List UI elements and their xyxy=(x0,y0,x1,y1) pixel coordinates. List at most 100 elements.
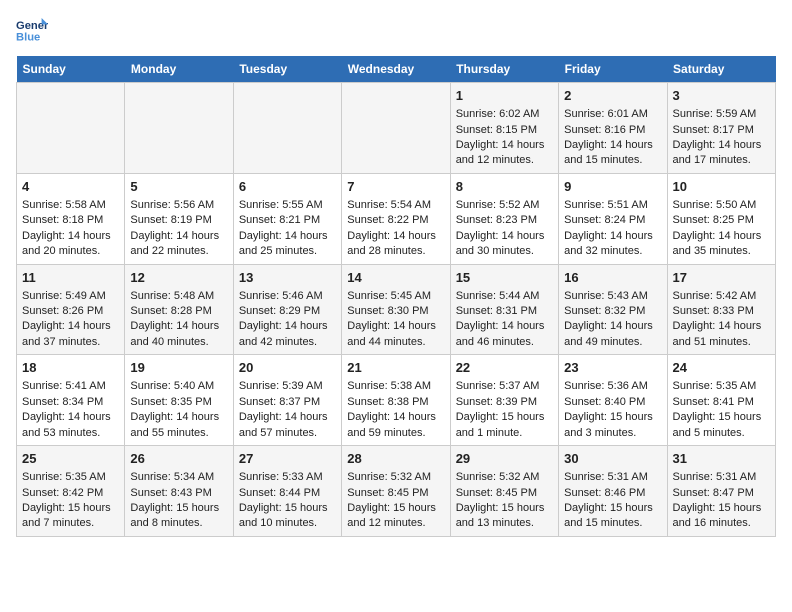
cell-content: Sunrise: 5:39 AM xyxy=(239,379,336,394)
cell-content: Daylight: 14 hours xyxy=(239,229,336,244)
day-number: 21 xyxy=(347,359,444,377)
calendar-cell: 13Sunrise: 5:46 AMSunset: 8:29 PMDayligh… xyxy=(233,264,341,355)
calendar-cell: 14Sunrise: 5:45 AMSunset: 8:30 PMDayligh… xyxy=(342,264,450,355)
cell-content: Daylight: 15 hours xyxy=(456,501,553,516)
cell-content: and 20 minutes. xyxy=(22,244,119,259)
cell-content: Sunset: 8:46 PM xyxy=(564,486,661,501)
header-saturday: Saturday xyxy=(667,56,775,83)
header-thursday: Thursday xyxy=(450,56,558,83)
cell-content: and 49 minutes. xyxy=(564,335,661,350)
cell-content: Sunset: 8:45 PM xyxy=(456,486,553,501)
cell-content: and 15 minutes. xyxy=(564,516,661,531)
day-number: 3 xyxy=(673,87,770,105)
cell-content: and 44 minutes. xyxy=(347,335,444,350)
cell-content: Daylight: 14 hours xyxy=(347,319,444,334)
cell-content: Daylight: 14 hours xyxy=(239,410,336,425)
day-number: 16 xyxy=(564,269,661,287)
calendar-cell: 3Sunrise: 5:59 AMSunset: 8:17 PMDaylight… xyxy=(667,83,775,174)
day-number: 28 xyxy=(347,450,444,468)
cell-content: Sunrise: 5:49 AM xyxy=(22,289,119,304)
cell-content: and 28 minutes. xyxy=(347,244,444,259)
calendar-cell: 25Sunrise: 5:35 AMSunset: 8:42 PMDayligh… xyxy=(17,446,125,537)
cell-content: Daylight: 14 hours xyxy=(130,229,227,244)
calendar-cell: 30Sunrise: 5:31 AMSunset: 8:46 PMDayligh… xyxy=(559,446,667,537)
cell-content: Sunrise: 5:35 AM xyxy=(673,379,770,394)
calendar-cell: 11Sunrise: 5:49 AMSunset: 8:26 PMDayligh… xyxy=(17,264,125,355)
cell-content: Sunrise: 5:48 AM xyxy=(130,289,227,304)
cell-content: Sunset: 8:26 PM xyxy=(22,304,119,319)
day-number: 17 xyxy=(673,269,770,287)
page-header: General Blue xyxy=(16,16,776,44)
cell-content: Sunrise: 5:55 AM xyxy=(239,198,336,213)
day-number: 19 xyxy=(130,359,227,377)
cell-content: Daylight: 15 hours xyxy=(564,410,661,425)
header-friday: Friday xyxy=(559,56,667,83)
cell-content: Daylight: 14 hours xyxy=(239,319,336,334)
day-number: 10 xyxy=(673,178,770,196)
cell-content: Sunset: 8:24 PM xyxy=(564,213,661,228)
calendar-cell: 9Sunrise: 5:51 AMSunset: 8:24 PMDaylight… xyxy=(559,173,667,264)
calendar-cell: 31Sunrise: 5:31 AMSunset: 8:47 PMDayligh… xyxy=(667,446,775,537)
day-number: 23 xyxy=(564,359,661,377)
cell-content: Sunset: 8:22 PM xyxy=(347,213,444,228)
cell-content: Sunset: 8:34 PM xyxy=(22,395,119,410)
cell-content: Sunset: 8:40 PM xyxy=(564,395,661,410)
svg-text:Blue: Blue xyxy=(16,31,40,43)
cell-content: and 17 minutes. xyxy=(673,153,770,168)
calendar-week-2: 4Sunrise: 5:58 AMSunset: 8:18 PMDaylight… xyxy=(17,173,776,264)
header-sunday: Sunday xyxy=(17,56,125,83)
cell-content: Daylight: 14 hours xyxy=(22,229,119,244)
calendar-cell: 28Sunrise: 5:32 AMSunset: 8:45 PMDayligh… xyxy=(342,446,450,537)
cell-content: Sunrise: 5:58 AM xyxy=(22,198,119,213)
logo: General Blue xyxy=(16,16,54,44)
cell-content: Daylight: 14 hours xyxy=(130,410,227,425)
calendar-week-1: 1Sunrise: 6:02 AMSunset: 8:15 PMDaylight… xyxy=(17,83,776,174)
cell-content: and 16 minutes. xyxy=(673,516,770,531)
cell-content: Daylight: 15 hours xyxy=(564,501,661,516)
calendar-cell xyxy=(342,83,450,174)
cell-content: and 57 minutes. xyxy=(239,426,336,441)
cell-content: Sunrise: 5:31 AM xyxy=(564,470,661,485)
day-number: 22 xyxy=(456,359,553,377)
cell-content: and 46 minutes. xyxy=(456,335,553,350)
cell-content: and 25 minutes. xyxy=(239,244,336,259)
day-number: 12 xyxy=(130,269,227,287)
calendar-cell: 7Sunrise: 5:54 AMSunset: 8:22 PMDaylight… xyxy=(342,173,450,264)
calendar-cell: 20Sunrise: 5:39 AMSunset: 8:37 PMDayligh… xyxy=(233,355,341,446)
day-number: 11 xyxy=(22,269,119,287)
calendar-cell: 6Sunrise: 5:55 AMSunset: 8:21 PMDaylight… xyxy=(233,173,341,264)
cell-content: Sunrise: 5:37 AM xyxy=(456,379,553,394)
cell-content: Sunrise: 5:36 AM xyxy=(564,379,661,394)
cell-content: and 51 minutes. xyxy=(673,335,770,350)
day-number: 31 xyxy=(673,450,770,468)
calendar-cell: 19Sunrise: 5:40 AMSunset: 8:35 PMDayligh… xyxy=(125,355,233,446)
calendar-cell xyxy=(233,83,341,174)
calendar-cell: 29Sunrise: 5:32 AMSunset: 8:45 PMDayligh… xyxy=(450,446,558,537)
cell-content: Sunrise: 5:44 AM xyxy=(456,289,553,304)
cell-content: and 13 minutes. xyxy=(456,516,553,531)
cell-content: and 12 minutes. xyxy=(456,153,553,168)
cell-content: Sunrise: 5:59 AM xyxy=(673,107,770,122)
cell-content: Sunset: 8:35 PM xyxy=(130,395,227,410)
calendar-cell: 1Sunrise: 6:02 AMSunset: 8:15 PMDaylight… xyxy=(450,83,558,174)
cell-content: Daylight: 14 hours xyxy=(22,410,119,425)
cell-content: Daylight: 15 hours xyxy=(673,410,770,425)
cell-content: Daylight: 14 hours xyxy=(347,229,444,244)
cell-content: Daylight: 14 hours xyxy=(673,138,770,153)
cell-content: Sunset: 8:43 PM xyxy=(130,486,227,501)
cell-content: Sunset: 8:21 PM xyxy=(239,213,336,228)
day-number: 15 xyxy=(456,269,553,287)
cell-content: Daylight: 15 hours xyxy=(673,501,770,516)
day-number: 13 xyxy=(239,269,336,287)
cell-content: Sunrise: 6:02 AM xyxy=(456,107,553,122)
logo-icon: General Blue xyxy=(16,16,48,44)
cell-content: Sunrise: 5:31 AM xyxy=(673,470,770,485)
cell-content: and 22 minutes. xyxy=(130,244,227,259)
cell-content: Sunrise: 5:50 AM xyxy=(673,198,770,213)
header-monday: Monday xyxy=(125,56,233,83)
cell-content: Daylight: 15 hours xyxy=(22,501,119,516)
calendar-cell: 15Sunrise: 5:44 AMSunset: 8:31 PMDayligh… xyxy=(450,264,558,355)
day-number: 1 xyxy=(456,87,553,105)
calendar-cell: 26Sunrise: 5:34 AMSunset: 8:43 PMDayligh… xyxy=(125,446,233,537)
cell-content: and 5 minutes. xyxy=(673,426,770,441)
